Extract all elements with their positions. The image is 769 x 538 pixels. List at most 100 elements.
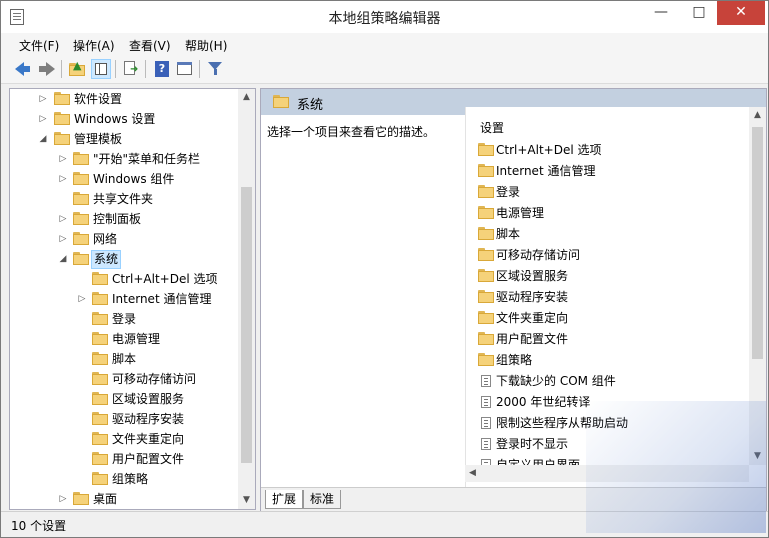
collapse-icon[interactable]: ◢	[38, 129, 48, 149]
folder-icon	[73, 172, 89, 185]
tree-item-label: "开始"菜单和任务栏	[93, 152, 201, 166]
details-title: 系统	[297, 98, 324, 113]
scroll-down-arrow-icon[interactable]: ▼	[749, 448, 766, 465]
folder-icon	[73, 152, 89, 165]
list-item-label: 登录时不显示	[496, 437, 569, 451]
properties-icon[interactable]	[175, 59, 195, 79]
menu-view[interactable]: 查看(V)	[129, 37, 171, 54]
tree-item-label: 管理模板	[74, 132, 123, 146]
expand-icon[interactable]: ▷	[77, 289, 87, 309]
policy-setting-icon	[481, 375, 491, 387]
tree-item-label: 文件夹重定向	[112, 432, 185, 446]
folder-icon	[92, 472, 108, 485]
folder-icon	[273, 95, 289, 108]
minimize-button[interactable]: —	[643, 1, 679, 25]
tree-scrollbar[interactable]: ▲ ▼	[238, 89, 255, 509]
filter-icon[interactable]	[206, 59, 226, 79]
folder-icon	[478, 353, 494, 366]
list-item-label: 驱动程序安装	[496, 290, 569, 304]
folder-icon	[478, 227, 494, 240]
list-item-label: 下载缺少的 COM 组件	[496, 374, 616, 388]
list-item-label: 组策略	[496, 353, 533, 367]
menu-help[interactable]: 帮助(H)	[185, 37, 227, 54]
list-item-label: 脚本	[496, 227, 521, 241]
list-scrollbar[interactable]: ▲ ▼	[749, 107, 766, 465]
menu-bar: 文件(F) 操作(A) 查看(V) 帮助(H)	[1, 33, 768, 55]
scroll-down-arrow-icon[interactable]: ▼	[238, 492, 255, 509]
show-hide-tree-icon[interactable]	[91, 59, 111, 79]
expand-icon[interactable]: ▷	[58, 229, 68, 249]
close-button[interactable]: ✕	[717, 1, 765, 25]
list-horizontal-scrollbar[interactable]: ◀	[465, 465, 749, 482]
tree-item-label: 网络	[93, 232, 118, 246]
export-list-icon[interactable]: ➜	[121, 59, 141, 79]
status-bar: 10 个设置	[1, 511, 768, 537]
folder-icon	[92, 332, 108, 345]
expand-icon[interactable]: ▷	[58, 149, 68, 169]
tab-standard[interactable]: 标准	[303, 490, 342, 509]
tree-item-label: 共享文件夹	[93, 192, 154, 206]
folder-icon	[92, 412, 108, 425]
tree-item-label: 系统	[91, 250, 122, 269]
back-arrow-icon[interactable]	[13, 59, 33, 79]
tree-item-label: 桌面	[93, 492, 118, 506]
folder-icon	[92, 432, 108, 445]
toolbar-separator	[61, 60, 62, 78]
view-tabs: 扩展 标准	[261, 487, 766, 511]
expand-icon[interactable]: ▷	[58, 169, 68, 189]
list-item-label: 登录	[496, 185, 521, 199]
tree-item-label: Ctrl+Alt+Del 选项	[112, 272, 218, 286]
policy-setting-icon	[481, 396, 491, 408]
tree-item-label: 控制面板	[93, 212, 142, 226]
column-header-setting[interactable]: 设置	[480, 119, 504, 136]
scroll-up-arrow-icon[interactable]: ▲	[238, 89, 255, 106]
toolbar: ▲ ➜ ?	[1, 55, 768, 84]
folder-icon	[478, 206, 494, 219]
scrollbar-thumb[interactable]	[241, 187, 252, 463]
list-item-label: 2000 年世纪转译	[496, 395, 591, 409]
maximize-button[interactable]: □	[681, 1, 717, 25]
list-item-label: Internet 通信管理	[496, 164, 596, 178]
tree-item-label: 脚本	[112, 352, 137, 366]
forward-arrow-icon[interactable]	[37, 59, 57, 79]
toolbar-separator	[199, 60, 200, 78]
title-bar: 本地组策略编辑器 — □ ✕	[1, 1, 768, 33]
list-item-label: 可移动存储访问	[496, 248, 581, 262]
settings-list: 设置 Ctrl+Alt+Del 选项 Internet 通信管理 登录 电源管理…	[465, 107, 766, 511]
folder-icon	[92, 372, 108, 385]
tree-item-label: 电源管理	[112, 332, 161, 346]
up-folder-icon[interactable]: ▲	[67, 59, 87, 79]
folder-icon	[92, 452, 108, 465]
expand-icon[interactable]: ▷	[58, 209, 68, 229]
folder-icon	[92, 352, 108, 365]
folder-icon	[92, 312, 108, 325]
expand-icon[interactable]: ▷	[38, 89, 48, 109]
toolbar-separator	[145, 60, 146, 78]
gpedit-window: 本地组策略编辑器 — □ ✕ 文件(F) 操作(A) 查看(V) 帮助(H) ▲…	[0, 0, 769, 538]
folder-open-icon	[73, 252, 89, 265]
scroll-up-arrow-icon[interactable]: ▲	[749, 107, 766, 124]
folder-icon	[54, 92, 70, 105]
tree-item-label: 可移动存储访问	[112, 372, 197, 386]
folder-icon	[92, 392, 108, 405]
menu-file[interactable]: 文件(F)	[19, 37, 59, 54]
collapse-icon[interactable]: ◢	[58, 249, 68, 269]
status-text: 10 个设置	[11, 519, 67, 533]
folder-icon	[92, 272, 108, 285]
list-item-label: Ctrl+Alt+Del 选项	[496, 143, 602, 157]
scrollbar-thumb[interactable]	[752, 127, 763, 359]
folder-icon	[73, 492, 89, 505]
tree-item-label: 软件设置	[74, 92, 123, 106]
folder-icon	[478, 185, 494, 198]
expand-icon[interactable]: ▷	[58, 489, 68, 509]
scroll-left-arrow-icon[interactable]: ◀	[469, 465, 476, 482]
menu-action[interactable]: 操作(A)	[73, 37, 115, 54]
folder-icon	[73, 232, 89, 245]
tree-item-label: 区域设置服务	[112, 392, 185, 406]
expand-icon[interactable]: ▷	[38, 109, 48, 129]
tree-item-label: 驱动程序安装	[112, 412, 185, 426]
toolbar-separator	[115, 60, 116, 78]
tab-extended[interactable]: 扩展	[265, 490, 304, 509]
help-icon[interactable]: ?	[152, 59, 172, 79]
folder-icon	[478, 290, 494, 303]
